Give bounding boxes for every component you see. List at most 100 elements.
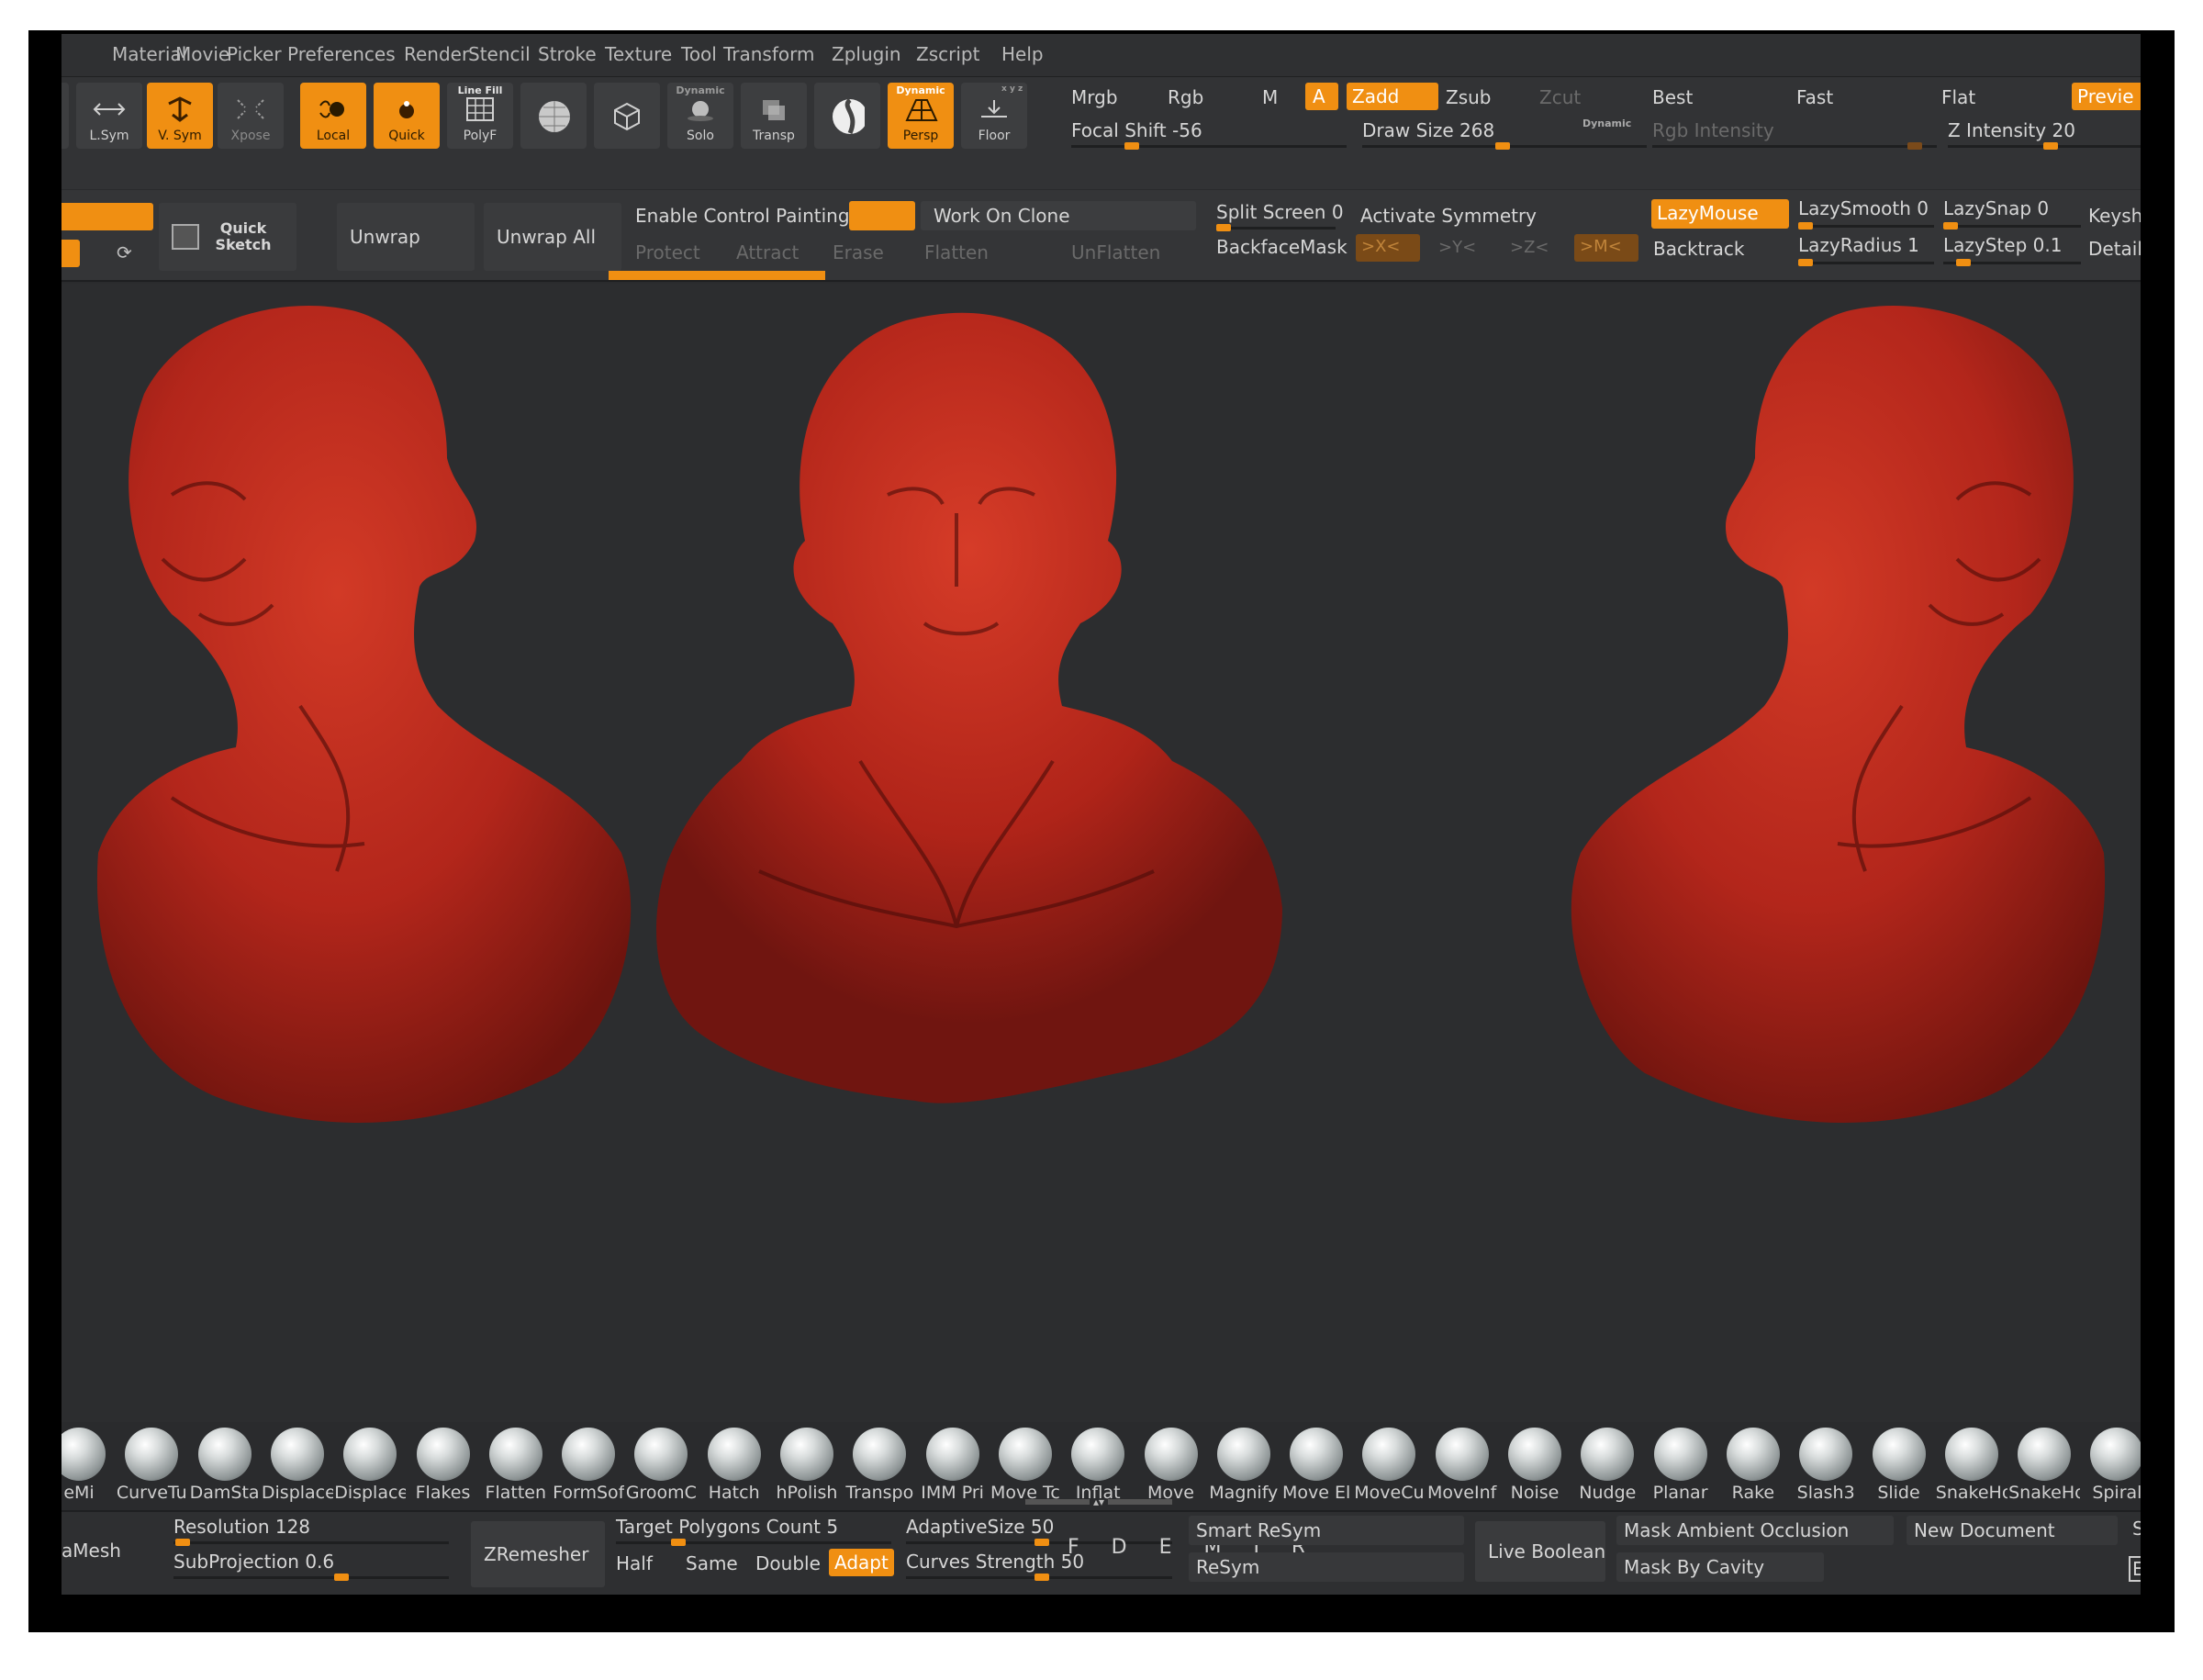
subprojection-slider[interactable] bbox=[173, 1574, 449, 1581]
quick-sketch-button[interactable]: Quick Sketch bbox=[159, 203, 296, 271]
best-button[interactable]: Best bbox=[1652, 86, 1693, 108]
lazystep-label[interactable]: LazyStep 0.1 bbox=[1943, 234, 2062, 256]
brush-item[interactable]: Move Tc bbox=[990, 1428, 1061, 1503]
a-button[interactable]: A bbox=[1305, 83, 1338, 110]
flat-button[interactable]: Flat bbox=[1941, 86, 1975, 108]
adaptive-size-knob[interactable] bbox=[1034, 1539, 1049, 1546]
menu-picker[interactable]: Picker bbox=[227, 43, 282, 65]
curves-strength-label[interactable]: Curves Strength 50 bbox=[906, 1551, 1084, 1573]
brush-item[interactable]: Displace bbox=[334, 1428, 406, 1503]
shelf-toggle-icon[interactable]: ▴▾ bbox=[1093, 1496, 1104, 1508]
solo-button[interactable]: Dynamic Solo bbox=[667, 83, 733, 149]
lazyradius-label[interactable]: LazyRadius 1 bbox=[1798, 234, 1919, 256]
canvas-viewport[interactable] bbox=[62, 284, 2141, 1422]
rgb-intensity-knob[interactable] bbox=[1907, 142, 1922, 150]
live-boolean-button[interactable]: Live Boolean bbox=[1475, 1521, 1605, 1582]
enable-control-painting-button[interactable]: Enable Control Painting bbox=[635, 205, 850, 227]
zcut-button[interactable]: Zcut bbox=[1539, 86, 1581, 108]
zremesher-button[interactable]: ZRemesher bbox=[471, 1521, 605, 1587]
draw-size-knob[interactable] bbox=[1495, 142, 1510, 150]
brush-item[interactable]: Noise bbox=[1499, 1428, 1571, 1503]
lazysmooth-slider[interactable] bbox=[1798, 222, 1934, 230]
brush-item[interactable]: Hatch bbox=[699, 1428, 770, 1503]
protect-button[interactable]: Protect bbox=[635, 241, 700, 263]
partial-s-button[interactable]: S bbox=[2132, 1518, 2141, 1540]
split-screen-slider[interactable] bbox=[1216, 224, 1336, 231]
menu-render[interactable]: Render bbox=[404, 43, 469, 65]
persp-button[interactable]: Dynamic Persp bbox=[888, 83, 954, 149]
erase-button[interactable]: Erase bbox=[833, 241, 884, 263]
brush-item[interactable]: Slash3 bbox=[1790, 1428, 1862, 1503]
menu-zplugin[interactable]: Zplugin bbox=[832, 43, 901, 65]
brush-item[interactable]: SnakeHo bbox=[1936, 1428, 2007, 1503]
lazysnap-slider[interactable] bbox=[1943, 222, 2081, 230]
brush-item[interactable]: Slide bbox=[1863, 1428, 1935, 1503]
focal-shift-slider[interactable] bbox=[1071, 142, 1347, 150]
brush-item[interactable]: DamSta bbox=[189, 1428, 261, 1503]
brush-item[interactable]: Rake bbox=[1717, 1428, 1789, 1503]
brush-item[interactable]: MoveInf bbox=[1426, 1428, 1498, 1503]
smart-resym-button[interactable]: Smart ReSym bbox=[1196, 1519, 1321, 1541]
brush-item[interactable]: Displace bbox=[262, 1428, 333, 1503]
unwrap-all-button[interactable]: Unwrap All bbox=[484, 203, 621, 271]
target-polygons-slider[interactable] bbox=[616, 1539, 891, 1546]
double-button[interactable]: Double bbox=[755, 1552, 821, 1574]
z-intensity-slider[interactable] bbox=[1948, 142, 2141, 150]
brush-item[interactable]: SnakeHo bbox=[2008, 1428, 2080, 1503]
unwrap-button[interactable]: Unwrap bbox=[337, 203, 475, 271]
target-polygons-label[interactable]: Target Polygons Count 5 bbox=[616, 1516, 838, 1538]
orange-partial-button[interactable] bbox=[62, 203, 153, 230]
focal-shift-knob[interactable] bbox=[1124, 142, 1139, 150]
floor-button[interactable]: x y z Floor bbox=[961, 83, 1027, 149]
work-on-clone-button[interactable]: Work On Clone bbox=[921, 201, 1196, 230]
mask-ambient-occlusion-button[interactable]: Mask Ambient Occlusion bbox=[1624, 1519, 1849, 1541]
lazystep-knob[interactable] bbox=[1956, 259, 1971, 266]
brush-item[interactable]: Transpo bbox=[844, 1428, 915, 1503]
brush-item[interactable]: Flatten bbox=[480, 1428, 552, 1503]
brush-item[interactable]: Planar bbox=[1645, 1428, 1717, 1503]
sphere-view-button[interactable] bbox=[520, 83, 587, 149]
shelf-handle[interactable]: ▴▾ bbox=[1025, 1496, 1172, 1508]
menu-help[interactable]: Help bbox=[1001, 43, 1044, 65]
menu-texture[interactable]: Texture bbox=[605, 43, 672, 65]
new-document-button[interactable]: New Document bbox=[1914, 1519, 2055, 1541]
mrgb-button[interactable]: Mrgb bbox=[1071, 86, 1118, 108]
brush-item[interactable]: Inflat bbox=[1062, 1428, 1134, 1503]
brush-item[interactable]: Spiral bbox=[2081, 1428, 2141, 1503]
preview-button[interactable]: Previe bbox=[2072, 83, 2141, 110]
cube-view-button[interactable] bbox=[594, 83, 660, 149]
lazysmooth-knob[interactable] bbox=[1798, 222, 1813, 230]
activate-symmetry-button[interactable]: Activate Symmetry bbox=[1360, 205, 1537, 227]
lazyradius-knob[interactable] bbox=[1798, 259, 1813, 266]
lazysnap-knob[interactable] bbox=[1943, 222, 1958, 230]
brush-item[interactable]: Flakes bbox=[408, 1428, 479, 1503]
brush-item[interactable]: Move El bbox=[1280, 1428, 1352, 1503]
local-button[interactable]: Local bbox=[300, 83, 366, 149]
lsym-button[interactable]: L.Sym bbox=[76, 83, 142, 149]
split-screen-label[interactable]: Split Screen 0 bbox=[1216, 201, 1344, 223]
menu-tool[interactable]: Tool bbox=[681, 43, 717, 65]
brush-item[interactable]: Magnify bbox=[1208, 1428, 1280, 1503]
target-polygons-knob[interactable] bbox=[671, 1539, 686, 1546]
z-intensity-knob[interactable] bbox=[2043, 142, 2058, 150]
m-button[interactable]: M bbox=[1262, 86, 1278, 108]
subprojection-label[interactable]: SubProjection 0.6 bbox=[173, 1551, 334, 1573]
backtrack-button[interactable]: Backtrack bbox=[1653, 238, 1744, 260]
brush-item[interactable]: Move bbox=[1135, 1428, 1207, 1503]
brush-item[interactable]: hPolish bbox=[771, 1428, 843, 1503]
subprojection-knob[interactable] bbox=[334, 1574, 349, 1581]
draw-size-slider[interactable] bbox=[1362, 142, 1647, 150]
m-symmetry-button[interactable]: >M< bbox=[1574, 234, 1638, 262]
details-button[interactable]: Details bbox=[2088, 238, 2141, 260]
lazysmooth-label[interactable]: LazySmooth 0 bbox=[1798, 197, 1929, 219]
menu-transform[interactable]: Transform bbox=[723, 43, 814, 65]
flatten-button[interactable]: Flatten bbox=[924, 241, 989, 263]
partial-button[interactable] bbox=[62, 83, 69, 149]
resolution-slider[interactable] bbox=[173, 1539, 449, 1546]
z-symmetry-button[interactable]: >Z< bbox=[1510, 238, 1549, 257]
menu-movie[interactable]: Movie bbox=[175, 43, 229, 65]
brush-item[interactable]: MoveCu bbox=[1353, 1428, 1425, 1503]
rgb-intensity-slider[interactable] bbox=[1652, 142, 1937, 150]
lazystep-slider[interactable] bbox=[1943, 259, 2081, 266]
mask-by-cavity-button[interactable]: Mask By Cavity bbox=[1624, 1556, 1764, 1578]
